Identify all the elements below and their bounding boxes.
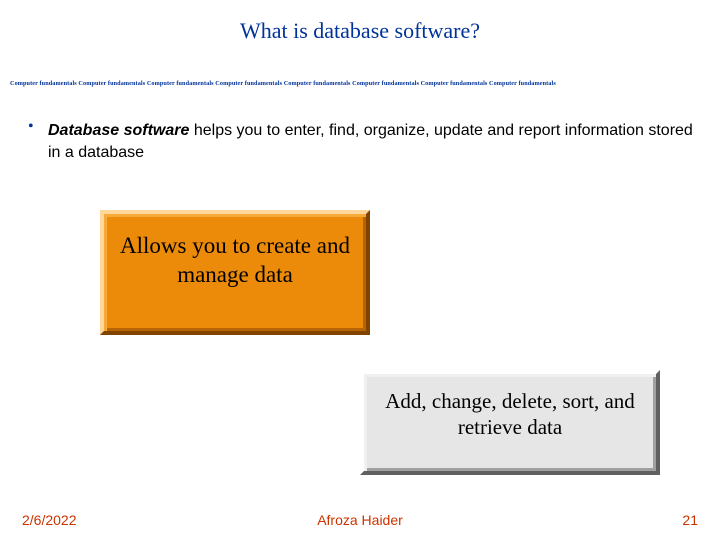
bullet-item: • Database software helps you to enter, … bbox=[28, 120, 698, 163]
bullet-glyph: • bbox=[28, 118, 48, 136]
callout-gray: Add, change, delete, sort, and retrieve … bbox=[360, 370, 660, 475]
bullet-lead: Database software bbox=[48, 122, 189, 139]
divider-text: Computer fundamentals Computer fundament… bbox=[10, 80, 710, 87]
slide: What is database software? Computer fund… bbox=[0, 0, 720, 540]
footer-author: Afroza Haider bbox=[0, 512, 720, 528]
bullet-text: Database software helps you to enter, fi… bbox=[48, 120, 698, 163]
footer-page-number: 21 bbox=[682, 512, 698, 528]
slide-title: What is database software? bbox=[0, 18, 720, 44]
callout-orange: Allows you to create and manage data bbox=[100, 210, 370, 335]
body-content: • Database software helps you to enter, … bbox=[28, 120, 698, 163]
